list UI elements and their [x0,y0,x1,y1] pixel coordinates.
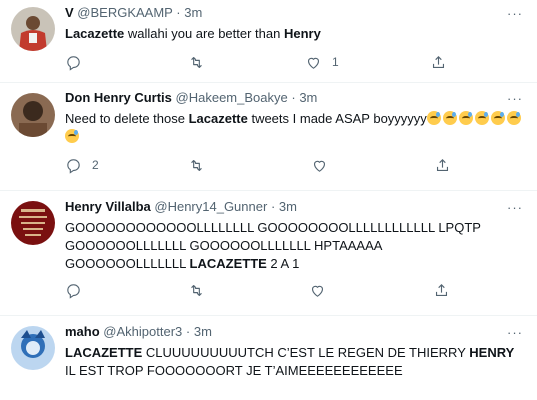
tweet-text: GOOOOOOOOOOOOLLLLLLLL GOOOOOOOOLLLLLLLLL… [65,219,505,273]
sweat-smile-emoji-icon [490,111,505,125]
tweet-header: Don Henry Curtis @Hakeem_Boakye · 3m [65,90,525,106]
sweat-smile-emoji-icon [506,111,521,125]
sweat-smile-emoji-icon [442,111,457,125]
avatar[interactable] [11,93,55,137]
timestamp[interactable]: 3m [194,324,212,339]
like-button[interactable] [311,155,338,175]
like-button[interactable] [309,280,336,300]
timestamp[interactable]: 3m [279,199,297,214]
tweet[interactable]: Don Henry Curtis @Hakeem_Boakye · 3m Nee… [0,83,537,191]
text-segment: wallahi you are better than [124,26,284,41]
tweet[interactable]: V @BERGKAAMP · 3m Lacazette wallahi you … [0,0,537,83]
display-name[interactable]: Henry Villalba [65,199,151,214]
text-segment: CLUUUUUUUUUTCH C’EST LE REGEN DE THIERRY [142,345,470,360]
tweet-header: maho @Akhipotter3 · 3m [65,324,525,340]
share-button[interactable] [433,280,450,300]
tweet-header: V @BERGKAAMP · 3m [65,5,525,21]
tweet[interactable]: maho @Akhipotter3 · 3m LACAZETTE CLUUUUU… [0,316,537,400]
more-options-button[interactable]: ··· [507,6,523,21]
text-segment: tweets I made ASAP boyyyyyy [247,111,427,126]
separator-dot: · [291,90,296,105]
highlighted-keyword: LACAZETTE [189,256,267,271]
retweet-button[interactable] [188,280,215,300]
reply-button[interactable]: 2 [65,155,99,175]
timeline-feed: V @BERGKAAMP · 3m Lacazette wallahi you … [0,0,537,400]
separator-dot: · [176,5,181,20]
reply-icon [67,283,80,299]
tweet[interactable]: Henry Villalba @Henry14_Gunner · 3m GOOO… [0,191,537,316]
highlighted-keyword: Lacazette [65,26,125,41]
more-options-button[interactable]: ··· [507,200,523,215]
share-button[interactable] [434,155,451,175]
share-button[interactable] [430,52,447,72]
separator-dot: · [185,324,191,339]
reply-icon [67,55,80,71]
avatar[interactable] [11,326,55,370]
sweat-smile-emoji-icon [65,129,79,143]
display-name[interactable]: V [65,5,74,20]
reply-button[interactable] [65,280,92,300]
share-icon [435,283,448,296]
timestamp[interactable]: 3m [299,90,317,105]
separator-dot: · [270,199,276,214]
heart-icon [313,160,326,172]
avatar[interactable] [11,201,55,245]
sweat-smile-emoji-icon [458,111,473,125]
user-handle[interactable]: @BERGKAAMP [77,5,172,20]
reply-icon [67,158,80,174]
like-count: 1 [332,55,339,69]
more-options-button[interactable]: ··· [507,325,523,340]
retweet-icon [191,159,202,171]
text-segment: Need to delete those [65,111,189,126]
retweet-icon [191,56,202,68]
sweat-smile-emoji-icon [474,111,489,125]
reply-count: 2 [92,158,99,172]
more-options-button[interactable]: ··· [507,91,523,106]
user-handle[interactable]: @Henry14_Gunner [154,199,267,214]
user-handle[interactable]: @Akhipotter3 [103,324,182,339]
highlighted-keyword: Henry [283,26,321,41]
heart-icon [307,57,320,69]
sweat-smile-emoji-icon [426,111,441,125]
display-name[interactable]: maho [65,324,100,339]
highlighted-keyword: HENRY [469,345,515,360]
share-icon [436,158,449,171]
retweet-icon [191,284,202,296]
text-segment: IL EST TROP FOOOOOOORT JE T’AIMEEEEEEEEE… [65,363,403,378]
share-icon [432,55,445,68]
heart-icon [311,285,324,297]
avatar[interactable] [11,7,55,51]
tweet-text: LACAZETTE CLUUUUUUUUUTCH C’EST LE REGEN … [65,344,515,380]
display-name[interactable]: Don Henry Curtis [65,90,172,105]
text-segment: 2 A 1 [266,256,300,271]
timestamp[interactable]: 3m [184,5,202,20]
user-handle[interactable]: @Hakeem_Boakye [176,90,288,105]
tweet-text: Need to delete those Lacazette tweets I … [65,110,525,146]
reply-button[interactable] [65,52,92,72]
retweet-button[interactable] [188,155,215,175]
tweet-header: Henry Villalba @Henry14_Gunner · 3m [65,199,525,215]
highlighted-keyword: Lacazette [188,111,248,126]
highlighted-keyword: LACAZETTE [65,345,143,360]
tweet-text: Lacazette wallahi you are better than He… [65,25,525,43]
like-button[interactable]: 1 [305,52,339,72]
retweet-button[interactable] [188,52,215,72]
